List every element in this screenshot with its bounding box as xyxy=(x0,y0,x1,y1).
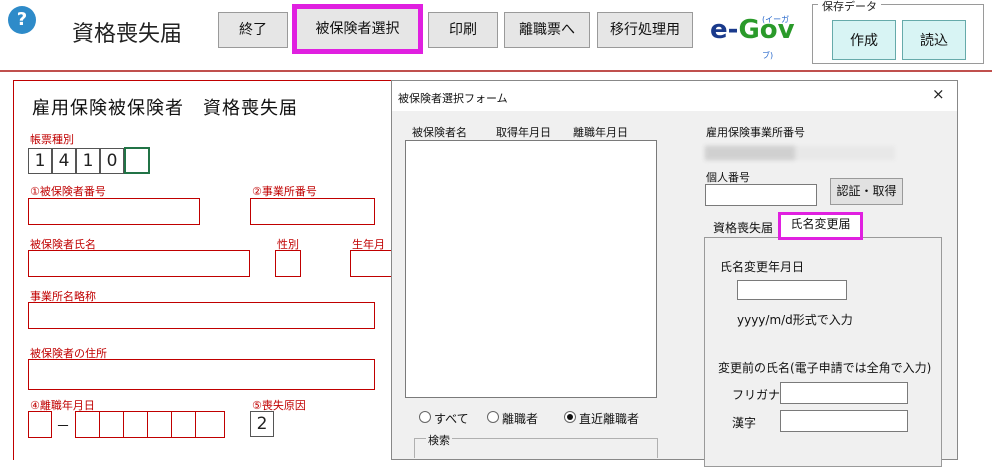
insured-number-field[interactable] xyxy=(28,198,200,225)
separation-date-cell[interactable] xyxy=(171,411,196,438)
form-type-digit[interactable]: 1 xyxy=(28,148,52,174)
create-button[interactable]: 作成 xyxy=(832,20,896,60)
separation-date-cell[interactable] xyxy=(99,411,124,438)
furigana-label: フリガナ xyxy=(732,388,781,402)
separation-date-cell[interactable] xyxy=(195,411,225,438)
separation-date-cell[interactable] xyxy=(75,411,100,438)
egov-logo-e: e- xyxy=(710,15,739,45)
filter-recent-radio[interactable] xyxy=(564,411,576,423)
insured-number-label: ①被保険者番号 xyxy=(30,185,106,198)
end-button[interactable]: 終了 xyxy=(218,12,288,48)
column-header-acquired: 取得年月日 xyxy=(496,126,551,139)
name-change-date-hint: yyyy/m/d形式で入力 xyxy=(737,313,853,327)
column-header-separated: 離職年月日 xyxy=(573,126,628,139)
tab-name-change[interactable]: 氏名変更届 xyxy=(778,212,863,240)
employer-number-label: 雇用保険事業所番号 xyxy=(706,126,805,139)
separation-date-cell[interactable] xyxy=(147,411,172,438)
to-separation-button[interactable]: 離職票へ xyxy=(504,12,590,48)
filter-all-label: すべて xyxy=(434,412,469,426)
form-title: 雇用保険被保険者 資格喪失届 xyxy=(32,98,298,119)
toolbar-divider xyxy=(0,70,992,72)
cell-cursor[interactable] xyxy=(124,147,150,174)
gender-field[interactable] xyxy=(275,250,301,277)
personal-number-label: 個人番号 xyxy=(706,171,750,184)
personal-number-input[interactable] xyxy=(705,184,817,206)
migration-button[interactable]: 移行処理用 xyxy=(597,12,693,48)
filter-separated-label: 離職者 xyxy=(502,412,539,426)
filter-recent-label: 直近離職者 xyxy=(579,412,640,426)
kanji-input[interactable] xyxy=(780,410,908,432)
filter-separated-radio[interactable] xyxy=(487,411,499,423)
name-change-date-label: 氏名変更年月日 xyxy=(720,260,805,274)
separation-date-cell[interactable] xyxy=(123,411,148,438)
form-type-label: 帳票種別 xyxy=(30,133,74,146)
select-insured-button[interactable]: 被保険者選択 xyxy=(292,4,423,54)
print-button[interactable]: 印刷 xyxy=(428,12,498,48)
form-type-digit[interactable]: 4 xyxy=(52,148,76,174)
tab-loss[interactable]: 資格喪失届 xyxy=(707,219,779,239)
loss-reason-field[interactable]: 2 xyxy=(250,411,274,437)
column-header-name: 被保険者名 xyxy=(412,126,467,139)
close-icon[interactable]: × xyxy=(932,85,945,103)
furigana-input[interactable] xyxy=(780,382,908,404)
office-number-label: ②事業所番号 xyxy=(252,185,317,198)
search-group-label: 検索 xyxy=(426,432,452,448)
egov-logo[interactable]: e-Gov (イーガブ) xyxy=(710,12,796,60)
previous-name-label: 変更前の氏名(電子申請では全角で入力) xyxy=(718,361,932,375)
filter-all-radio[interactable] xyxy=(419,411,431,423)
egov-logo-small: (イーガブ) xyxy=(762,15,790,60)
insured-address-field[interactable] xyxy=(28,359,375,390)
form-type-digit[interactable]: 0 xyxy=(100,148,124,174)
name-change-date-input[interactable] xyxy=(737,280,847,300)
help-icon[interactable]: ? xyxy=(8,6,36,34)
insured-name-field[interactable] xyxy=(28,250,250,277)
form-type-digit[interactable]: 1 xyxy=(76,148,100,174)
separation-date-cell[interactable] xyxy=(28,411,52,438)
date-dash: － xyxy=(56,419,70,435)
birth-field[interactable] xyxy=(350,250,391,277)
auth-fetch-button[interactable]: 認証・取得 xyxy=(830,178,903,205)
insured-listbox[interactable] xyxy=(405,140,657,398)
office-abbr-field[interactable] xyxy=(28,302,375,329)
kanji-label: 漢字 xyxy=(732,416,757,430)
office-number-field[interactable] xyxy=(250,198,375,225)
load-button[interactable]: 読込 xyxy=(902,20,966,60)
employer-number-value-redacted xyxy=(705,146,795,160)
save-data-group-title: 保存データ xyxy=(818,0,881,14)
dialog-title: 被保険者選択フォーム xyxy=(398,92,508,105)
app-title: 資格喪失届 xyxy=(72,22,183,47)
